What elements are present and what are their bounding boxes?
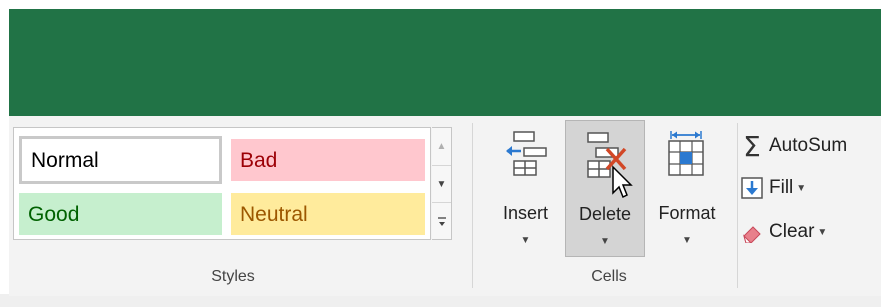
- gallery-scrollbar: ▲ ▼: [432, 127, 452, 240]
- eraser-icon: [740, 220, 764, 244]
- sigma-icon: Σ: [743, 129, 761, 163]
- autosum-button[interactable]: Σ AutoSum: [740, 129, 848, 163]
- clear-label: Clear: [769, 221, 815, 242]
- delete-cells-icon: [587, 132, 633, 199]
- gallery-more-button[interactable]: [432, 202, 451, 240]
- fill-label: Fill: [769, 177, 794, 198]
- cell-styles-gallery: Normal Bad Good Neutral: [13, 127, 431, 240]
- cells-group-label: Cells: [591, 268, 627, 285]
- gallery-scroll-up-button[interactable]: ▲: [432, 128, 451, 165]
- chevron-down-icon: ▼: [600, 236, 610, 247]
- gallery-scroll-down-button[interactable]: ▼: [432, 165, 451, 203]
- style-normal[interactable]: Normal: [19, 136, 222, 184]
- format-cells-button[interactable]: Format ▼: [648, 120, 726, 257]
- insert-cells-icon: [505, 131, 547, 176]
- fill-down-icon: [740, 176, 764, 200]
- title-bar: [9, 9, 881, 116]
- chevron-down-icon: ▼: [520, 235, 531, 246]
- chevron-down-icon: ▼: [817, 226, 828, 238]
- chevron-down-icon: ▼: [796, 182, 807, 194]
- insert-label: Insert: [502, 203, 549, 223]
- format-cells-icon: [668, 131, 704, 176]
- clear-button[interactable]: Clear ▼: [740, 217, 827, 247]
- delete-cells-button[interactable]: Delete ▼: [565, 120, 645, 257]
- fill-button[interactable]: Fill ▼: [740, 173, 806, 203]
- style-bad[interactable]: Bad: [231, 139, 425, 181]
- triangle-up-icon: ▲: [436, 141, 447, 152]
- styles-group-label: Styles: [211, 268, 255, 285]
- chevron-down-icon: ▼: [682, 235, 692, 246]
- group-separator: [472, 123, 473, 288]
- insert-cells-button[interactable]: Insert ▼: [489, 120, 562, 257]
- style-neutral[interactable]: Neutral: [231, 193, 425, 235]
- delete-label: Delete: [578, 204, 632, 224]
- more-icon: [437, 216, 446, 226]
- autosum-label: AutoSum: [769, 135, 848, 156]
- format-label: Format: [658, 203, 716, 223]
- group-separator: [737, 123, 738, 288]
- style-good[interactable]: Good: [19, 193, 222, 235]
- triangle-down-icon: ▼: [436, 179, 447, 190]
